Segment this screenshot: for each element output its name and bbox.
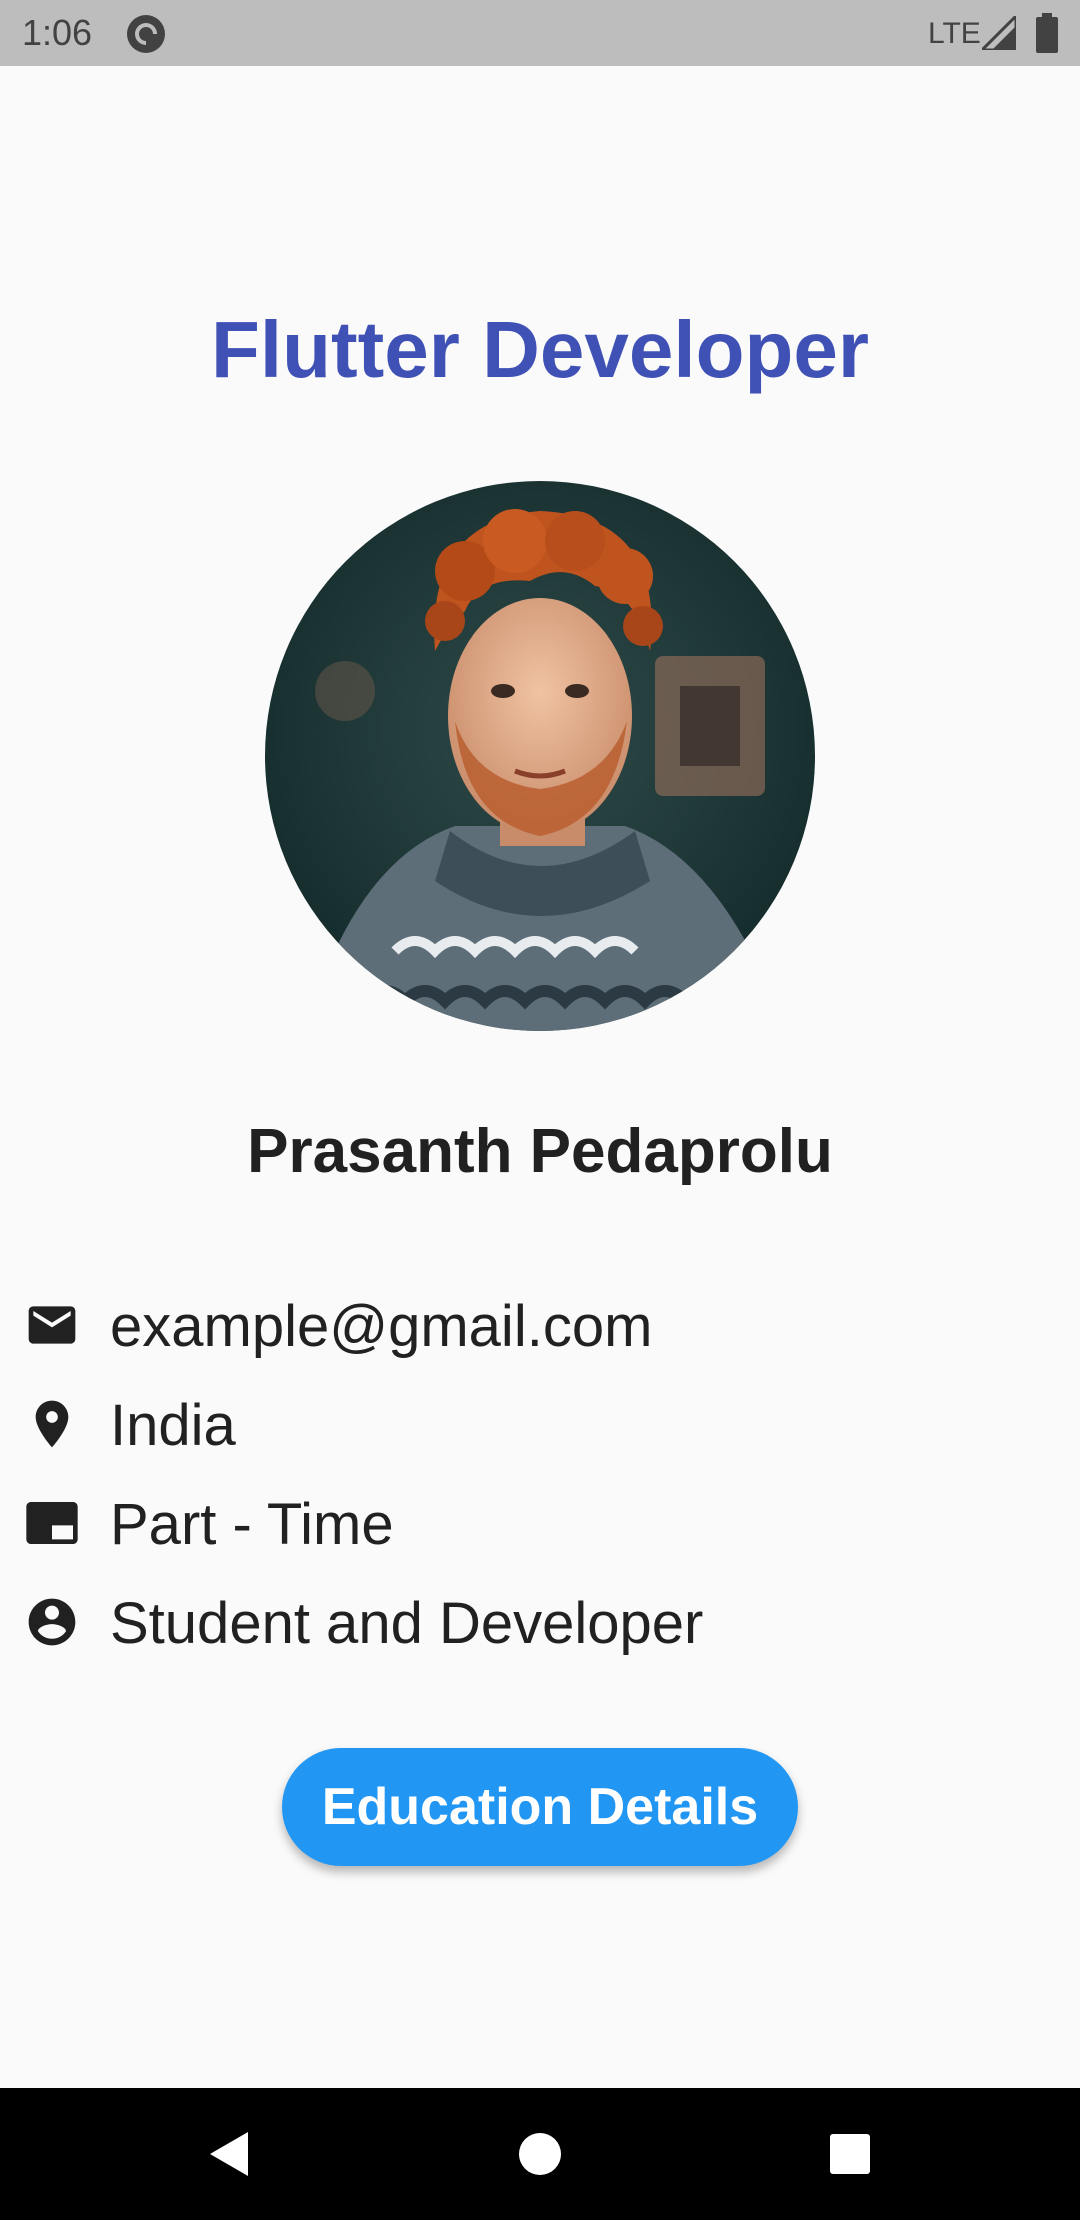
education-details-button[interactable]: Education Details [282,1748,798,1866]
status-bar: 1:06 LTE [0,0,1080,66]
home-icon[interactable] [512,2126,568,2182]
location-text: India [110,1393,236,1458]
account-icon [24,1594,80,1650]
user-name: Prasanth Pedaprolu [247,1117,833,1186]
battery-icon [1036,13,1058,53]
signal-icon [978,12,1018,52]
screen: 1:06 LTE Flutter Developer Prasanth Peda… [0,0,1080,2220]
info-row-role: Student and Developer [24,1584,1064,1664]
email-icon [24,1297,80,1353]
recents-icon[interactable] [822,2126,878,2182]
info-row-location: India [24,1386,1064,1466]
status-time: 1:06 [22,12,93,53]
work-type-text: Part - Time [110,1492,394,1557]
back-icon[interactable] [202,2126,258,2182]
info-row-email: example@gmail.com [24,1287,1064,1367]
page-title: Flutter Developer [211,305,869,394]
profile-photo [265,481,815,1031]
pocket-casts-icon [126,14,166,54]
work-type-icon [24,1495,80,1551]
network-type: LTE [928,17,981,50]
location-icon [24,1396,80,1452]
navigation-bar [0,2088,1080,2220]
role-text: Student and Developer [110,1591,704,1656]
info-row-work-type: Part - Time [24,1485,1064,1565]
email-text: example@gmail.com [110,1294,653,1359]
